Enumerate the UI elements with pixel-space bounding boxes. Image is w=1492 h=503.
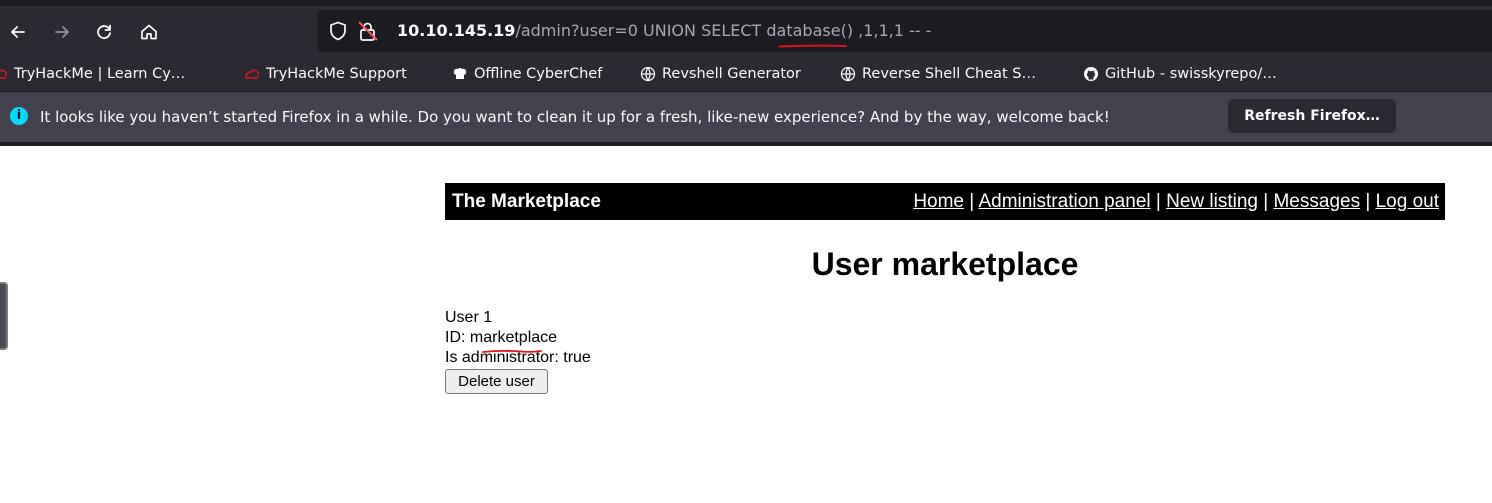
forward-button[interactable]	[48, 18, 76, 46]
user-details: User 1 ID: marketplace Is administrator:…	[445, 308, 591, 368]
globe-icon	[640, 66, 656, 82]
site-title: The Marketplace	[452, 191, 601, 212]
bookmark-tryhackme-learn[interactable]: TryHackMe | Learn Cy…	[0, 62, 185, 86]
home-icon	[141, 24, 157, 40]
page-title: User marketplace	[811, 246, 1079, 282]
bookmark-revshell-generator[interactable]: Revshell Generator	[640, 62, 801, 86]
arrow-right-icon	[55, 26, 69, 38]
user-name: User 1	[445, 309, 493, 326]
nav-link-messages[interactable]: Messages	[1273, 191, 1360, 212]
reload-button[interactable]	[90, 18, 118, 46]
insecure-lock-icon[interactable]	[357, 20, 379, 42]
bookmark-label: TryHackMe | Learn Cy…	[14, 66, 186, 82]
notification-bar: i It looks like you haven’t started Fire…	[0, 92, 1492, 142]
globe-icon	[840, 66, 856, 82]
bookmark-reverse-shell-cheat-sheet[interactable]: Reverse Shell Cheat S…	[840, 62, 1036, 86]
browser-chrome: 10.10.145.19/admin?user=0 UNION SELECT d…	[0, 0, 1492, 146]
nav-separator: |	[1155, 191, 1161, 212]
site-nav: Home | Administration panel | New listin…	[913, 191, 1439, 213]
delete-user-button[interactable]: Delete user	[445, 369, 548, 394]
tryhackme-icon	[0, 69, 7, 79]
nav-link-administration-panel[interactable]: Administration panel	[978, 191, 1150, 212]
nav-separator: |	[969, 191, 975, 212]
refresh-firefox-button[interactable]: Refresh Firefox…	[1228, 99, 1396, 133]
chef-hat-icon	[453, 68, 467, 79]
bookmark-tryhackme-support[interactable]: TryHackMe Support	[244, 62, 407, 86]
user-id: ID: marketplace	[445, 329, 558, 346]
reload-icon	[97, 24, 111, 39]
nav-separator: |	[1263, 191, 1269, 212]
bookmark-label: TryHackMe Support	[266, 66, 407, 82]
bookmark-label: GitHub - swisskyrepo/…	[1105, 66, 1277, 82]
tracking-protection-shield-icon[interactable]	[329, 21, 347, 41]
bookmark-label: Revshell Generator	[662, 66, 801, 82]
red-annotation-strike	[482, 349, 542, 353]
nav-link-log-out[interactable]: Log out	[1376, 191, 1439, 212]
bookmark-offline-cyberchef[interactable]: Offline CyberChef	[452, 62, 602, 86]
nav-link-home[interactable]: Home	[913, 191, 964, 212]
notification-message: It looks like you haven’t started Firefo…	[40, 108, 1110, 126]
chrome-divider	[0, 142, 1492, 146]
site-header: The Marketplace Home | Administration pa…	[445, 183, 1445, 220]
bookmarks-toolbar: TryHackMe | Learn Cy… TryHackMe Support …	[0, 56, 1492, 92]
url-path: /admin?user=0 UNION SELECT database() ,1…	[515, 21, 932, 40]
red-annotation-underline	[779, 44, 847, 48]
nav-separator: |	[1365, 191, 1371, 212]
bookmark-label: Offline CyberChef	[474, 66, 603, 82]
info-icon: i	[10, 107, 28, 125]
github-icon	[1084, 67, 1098, 81]
url-host: 10.10.145.19	[397, 21, 516, 40]
url-text[interactable]: 10.10.145.19/admin?user=0 UNION SELECT d…	[397, 20, 931, 42]
bookmark-github-swisskyrepo[interactable]: GitHub - swisskyrepo/…	[1083, 62, 1277, 86]
arrow-left-icon	[11, 26, 25, 38]
tryhackme-icon	[245, 69, 259, 79]
navigation-toolbar: 10.10.145.19/admin?user=0 UNION SELECT d…	[0, 6, 1492, 56]
back-button[interactable]	[4, 18, 32, 46]
nav-link-new-listing[interactable]: New listing	[1166, 191, 1258, 212]
sidebar-handle[interactable]	[0, 282, 8, 350]
home-button[interactable]	[135, 18, 163, 46]
bookmark-label: Reverse Shell Cheat S…	[862, 66, 1036, 82]
address-bar[interactable]: 10.10.145.19/admin?user=0 UNION SELECT d…	[317, 10, 1492, 52]
